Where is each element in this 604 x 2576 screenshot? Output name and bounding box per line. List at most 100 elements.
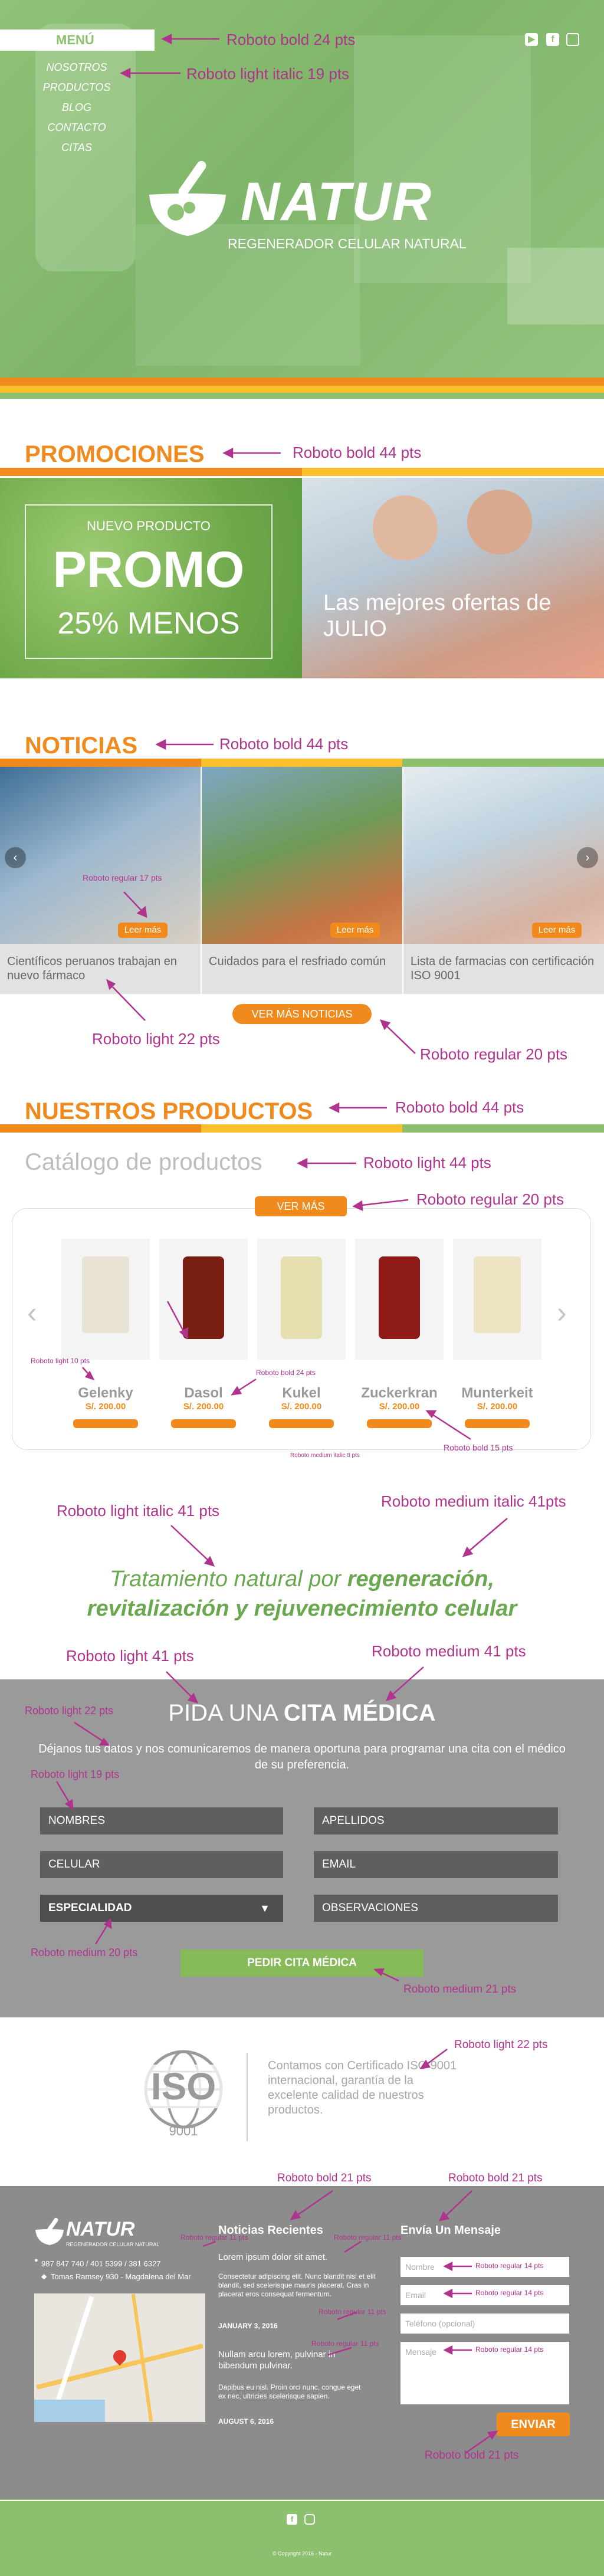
chevron-right-icon[interactable]: › — [557, 1295, 567, 1330]
product-button[interactable] — [465, 1419, 530, 1428]
iso-number: 9001 — [169, 2124, 198, 2138]
phone-field[interactable]: CELULAR — [40, 1851, 283, 1878]
annotation: Roboto light 41 pts — [66, 1647, 194, 1665]
chevron-left-icon[interactable]: ‹ — [27, 1295, 37, 1330]
see-more-products-button[interactable]: VER MÁS — [255, 1196, 347, 1216]
news-image-2[interactable] — [202, 767, 402, 944]
footer-message-title: Envía Un Mensaje — [401, 2224, 501, 2237]
footer-news1-body: Consectetur adipiscing elit. Nunc blandi… — [218, 2272, 376, 2298]
email-field[interactable]: EMAIL — [314, 1851, 558, 1878]
product-button[interactable] — [171, 1419, 236, 1428]
promo-banner-right[interactable]: Las mejores ofertas de JULIO — [302, 478, 604, 678]
product-image[interactable] — [355, 1239, 444, 1360]
request-appointment-button[interactable]: PEDIR CITA MÉDICA — [180, 1950, 424, 1977]
section-color-bar — [0, 759, 604, 767]
product-name[interactable]: Gelenky — [61, 1385, 150, 1402]
product-name[interactable]: Dasol — [159, 1385, 248, 1402]
facebook-icon[interactable]: f — [546, 33, 559, 46]
phone-icon: ● — [34, 2257, 38, 2264]
nav-item-productos[interactable]: PRODUCTOS — [35, 81, 118, 94]
specialty-select[interactable]: ESPECIALIDAD ▼ — [40, 1895, 283, 1922]
annotation: Roboto regular 11 pts — [180, 2233, 248, 2242]
annotation: Roboto bold 21 pts — [448, 2172, 543, 2184]
catalog-title: Catálogo de productos — [25, 1149, 262, 1175]
annotation: Roboto light 22 pts — [454, 2039, 548, 2051]
annotation: Roboto bold 24 pts — [256, 1369, 316, 1377]
product-name[interactable]: Kukel — [257, 1385, 346, 1402]
news-caption-2[interactable]: Cuidados para el resfriado común — [202, 944, 402, 994]
send-button[interactable]: ENVIAR — [497, 2413, 570, 2436]
product-image[interactable] — [159, 1239, 248, 1360]
tagline-bold-2: revitalización y rejuvenecimiento celula… — [87, 1596, 517, 1621]
promo-box: NUEVO PRODUCTO PROMO 25% MENOS — [25, 504, 273, 659]
tagline: Tratamiento natural por regeneración, re… — [0, 1564, 604, 1623]
brand-name: NATUR — [241, 172, 433, 232]
hero-stripe-yellow — [0, 386, 604, 393]
news-image-3[interactable] — [403, 767, 604, 944]
news-image-1[interactable] — [0, 767, 201, 944]
more-news-button[interactable]: VER MÁS NOTICIAS — [232, 1004, 372, 1024]
product-name[interactable]: Munterkeit — [453, 1385, 541, 1402]
contact-phone-input[interactable]: Teléfono (opcional) — [401, 2314, 569, 2334]
annotation: Roboto regular 14 pts — [475, 2345, 544, 2354]
product-price: S/. 200.00 — [281, 1402, 322, 1412]
products-title: NUESTROS PRODUCTOS — [25, 1098, 313, 1124]
facebook-icon[interactable]: f — [287, 2514, 297, 2525]
footer-news2-title[interactable]: Nullam arcu lorem, pulvinar in bibendum … — [218, 2349, 366, 2371]
product-button[interactable] — [367, 1419, 432, 1428]
annotation: Roboto regular 11 pts — [319, 2308, 386, 2316]
annotation: Roboto bold 44 pts — [219, 735, 349, 753]
hero-stripe-orange — [0, 378, 604, 386]
footer-news1-title[interactable]: Lorem ipsum dolor sit amet. — [218, 2252, 383, 2262]
first-name-field[interactable]: NOMBRES — [40, 1807, 283, 1835]
annotation: Roboto bold 24 pts — [226, 31, 356, 48]
product-button[interactable] — [269, 1419, 334, 1428]
annotation: Roboto light 22 pts — [92, 1030, 220, 1048]
nav-item-blog[interactable]: BLOG — [35, 101, 118, 114]
menu-title[interactable]: MENÚ — [0, 29, 155, 51]
promos-title: PROMOCIONES — [25, 441, 205, 467]
product-button[interactable] — [73, 1419, 138, 1428]
product-price: S/. 200.00 — [183, 1402, 224, 1412]
instagram-icon[interactable] — [566, 33, 579, 46]
divider — [247, 2053, 248, 2141]
chevron-left-icon[interactable]: ‹ — [5, 847, 26, 868]
chevron-right-icon[interactable]: › — [577, 847, 598, 868]
footer-logo-icon — [35, 2217, 64, 2245]
product-image[interactable] — [61, 1239, 150, 1360]
youtube-icon[interactable]: ▶ — [525, 33, 538, 46]
read-more-button[interactable]: Leer más — [118, 923, 168, 938]
read-more-button[interactable]: Leer más — [330, 923, 380, 938]
news-caption-1[interactable]: Científicos peruanos trabajan en nuevo f… — [0, 944, 201, 994]
annotation: Roboto medium 20 pts — [31, 1947, 138, 1958]
annotation: Roboto regular 17 pts — [83, 873, 162, 882]
product-name[interactable]: Zuckerkran — [355, 1385, 444, 1402]
nav-item-nosotros[interactable]: NOSOTROS — [35, 61, 118, 74]
hero-photo-shape — [507, 248, 604, 324]
nav-item-citas[interactable]: CITAS — [35, 142, 118, 154]
annotation: Roboto medium 21 pts — [403, 1983, 517, 1996]
annotation: Roboto regular 20 pts — [416, 1190, 564, 1208]
tagline-light: Tratamiento natural por — [110, 1567, 347, 1591]
annotation: Roboto bold 44 pts — [395, 1098, 524, 1116]
annotation: Roboto light 44 pts — [363, 1154, 491, 1171]
annotation: Roboto light 19 pts — [31, 1768, 120, 1780]
annotation: Roboto medium italic 8 pts — [290, 1452, 360, 1459]
annotation: Roboto bold 21 pts — [277, 2172, 372, 2184]
read-more-button[interactable]: Leer más — [532, 923, 582, 938]
annotation: Roboto bold 15 pts — [444, 1443, 513, 1452]
instagram-icon[interactable] — [304, 2514, 315, 2525]
chevron-down-icon: ▼ — [260, 1902, 270, 1914]
annotation: Roboto medium 41 pts — [372, 1642, 526, 1660]
divider — [0, 2500, 604, 2501]
product-image[interactable] — [257, 1239, 346, 1360]
section-color-bar — [0, 1124, 604, 1133]
nav-item-contacto[interactable]: CONTACTO — [35, 122, 118, 134]
observations-field[interactable]: OBSERVACIONES — [314, 1895, 558, 1922]
copyright: © Copyright 2016 - Natur — [272, 2551, 332, 2557]
annotation: Roboto regular 20 pts — [420, 1045, 568, 1063]
last-name-field[interactable]: APELLIDOS — [314, 1807, 558, 1835]
product-image[interactable] — [453, 1239, 541, 1360]
news-caption-3[interactable]: Lista de farmacias con certificación ISO… — [403, 944, 604, 994]
footer-map[interactable] — [34, 2293, 205, 2422]
